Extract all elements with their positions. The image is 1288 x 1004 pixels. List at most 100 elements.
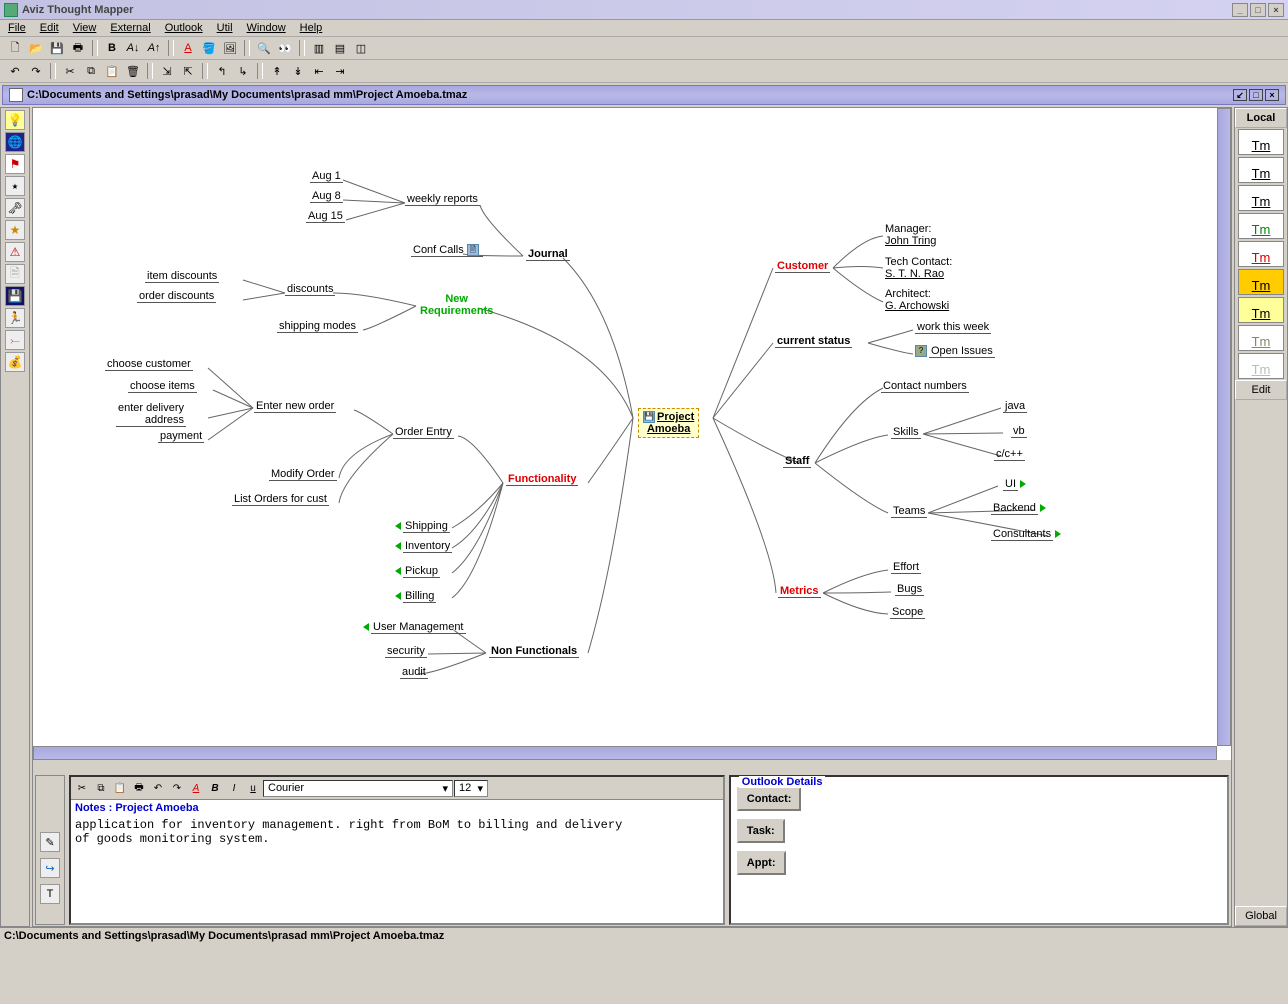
node-current-status[interactable]: current status bbox=[775, 335, 852, 348]
global-tab[interactable]: Global bbox=[1235, 906, 1287, 926]
redo-icon[interactable]: ↷ bbox=[168, 779, 186, 797]
node-new-requirements[interactable]: NewRequirements bbox=[418, 293, 495, 317]
node-open-issues[interactable]: Open Issues bbox=[929, 345, 995, 358]
expand-icon[interactable] bbox=[1055, 530, 1061, 538]
export-icon[interactable]: ↪ bbox=[40, 858, 60, 878]
print-icon[interactable]: 🖶 bbox=[130, 779, 148, 797]
node-choose-customer[interactable]: choose customer bbox=[105, 358, 193, 371]
cut-icon[interactable]: ✂ bbox=[61, 62, 79, 80]
style-swatch[interactable]: Tm bbox=[1238, 185, 1284, 211]
text-color-icon[interactable]: A bbox=[187, 779, 205, 797]
node-cc[interactable]: c/c++ bbox=[994, 448, 1025, 461]
disk-icon[interactable]: 💾 bbox=[5, 286, 25, 306]
menu-edit[interactable]: Edit bbox=[40, 22, 59, 34]
font-smaller-icon[interactable]: A↓ bbox=[124, 39, 142, 57]
warning-icon[interactable]: ⚠ bbox=[5, 242, 25, 262]
collapse-icon[interactable] bbox=[395, 592, 401, 600]
collapse-icon[interactable] bbox=[363, 623, 369, 631]
window-layout2-icon[interactable]: ▤ bbox=[331, 39, 349, 57]
node-teams[interactable]: Teams bbox=[891, 505, 927, 518]
menu-window[interactable]: Window bbox=[247, 22, 286, 34]
node-ui[interactable]: UI bbox=[1003, 478, 1018, 491]
style-swatch[interactable]: Tm bbox=[1238, 241, 1284, 267]
node-customer[interactable]: Customer bbox=[775, 260, 830, 273]
horizontal-scrollbar[interactable] bbox=[33, 746, 1217, 760]
node-tech-contact[interactable]: Tech Contact:S. T. N. Rao bbox=[883, 256, 954, 280]
expand-icon[interactable] bbox=[1040, 504, 1046, 512]
node-skills[interactable]: Skills bbox=[891, 426, 921, 439]
menu-file[interactable]: File bbox=[8, 22, 26, 34]
undo-icon[interactable]: ↶ bbox=[149, 779, 167, 797]
copy-icon[interactable]: ⧉ bbox=[92, 779, 110, 797]
menu-external[interactable]: External bbox=[110, 22, 150, 34]
font-select[interactable]: Courier▾ bbox=[263, 780, 453, 797]
mindmap-root-node[interactable]: 💾Project Amoeba bbox=[638, 408, 699, 438]
node-list-orders[interactable]: List Orders for cust bbox=[232, 493, 329, 506]
note-icon[interactable]: 🗎 bbox=[5, 264, 25, 284]
money-icon[interactable]: 💰 bbox=[5, 352, 25, 372]
flag-icon[interactable]: ⚑ bbox=[5, 154, 25, 174]
node-effort[interactable]: Effort bbox=[891, 561, 921, 574]
cut-icon[interactable]: ✂ bbox=[73, 779, 91, 797]
node-backend[interactable]: Backend bbox=[991, 502, 1038, 515]
node-audit[interactable]: audit bbox=[400, 666, 428, 679]
image-icon[interactable]: 🖼 bbox=[221, 39, 239, 57]
doc-min-icon[interactable]: ↙ bbox=[1233, 89, 1247, 101]
node-aug8[interactable]: Aug 8 bbox=[310, 190, 343, 203]
redo-icon[interactable]: ↷ bbox=[27, 62, 45, 80]
dropdown-icon[interactable]: ▾ bbox=[442, 782, 448, 795]
node-contact-numbers[interactable]: Contact numbers bbox=[881, 380, 969, 393]
doc-close-icon[interactable]: × bbox=[1265, 89, 1279, 101]
appt-button[interactable]: Appt: bbox=[737, 851, 786, 875]
style-swatch[interactable]: Tm bbox=[1238, 325, 1284, 351]
tree-collapse-icon[interactable]: ⇱ bbox=[179, 62, 197, 80]
node-shipping[interactable]: Shipping bbox=[403, 520, 450, 533]
move-down-icon[interactable]: ↡ bbox=[289, 62, 307, 80]
save-icon[interactable]: 💾 bbox=[48, 39, 66, 57]
paste-icon[interactable]: 📋 bbox=[111, 779, 129, 797]
menu-view[interactable]: View bbox=[73, 22, 97, 34]
globe-icon[interactable]: 🌐 bbox=[5, 132, 25, 152]
node-metrics[interactable]: Metrics bbox=[778, 585, 821, 598]
italic-icon[interactable]: I bbox=[225, 779, 243, 797]
node-item-discounts[interactable]: item discounts bbox=[145, 270, 219, 283]
branch-icon[interactable]: ⤚ bbox=[5, 330, 25, 350]
node-aug1[interactable]: Aug 1 bbox=[310, 170, 343, 183]
node-architect[interactable]: Architect:G. Archowski bbox=[883, 288, 951, 312]
node-enter-new-order[interactable]: Enter new order bbox=[254, 400, 336, 413]
outdent-icon[interactable]: ⇤ bbox=[310, 62, 328, 80]
style-swatch[interactable]: Tm bbox=[1238, 297, 1284, 323]
node-manager[interactable]: Manager:John Tring bbox=[883, 223, 938, 247]
node-aug15[interactable]: Aug 15 bbox=[306, 210, 345, 223]
mindmap-canvas[interactable]: 💾Project Amoeba Journal weekly reports A… bbox=[33, 108, 1231, 774]
text-icon[interactable]: T bbox=[40, 884, 60, 904]
node-non-functionals[interactable]: Non Functionals bbox=[489, 645, 579, 658]
menu-outlook[interactable]: Outlook bbox=[165, 22, 203, 34]
underline-icon[interactable]: u bbox=[244, 779, 262, 797]
style-swatch[interactable]: Tm bbox=[1238, 213, 1284, 239]
node-payment[interactable]: payment bbox=[158, 430, 204, 443]
restore-button[interactable]: □ bbox=[1250, 3, 1266, 17]
node-consultants[interactable]: Consultants bbox=[991, 528, 1053, 541]
binoculars-icon[interactable]: 👀 bbox=[276, 39, 294, 57]
node-scope[interactable]: Scope bbox=[890, 606, 925, 619]
node-user-management[interactable]: User Management bbox=[371, 621, 466, 634]
idea-icon[interactable]: 💡 bbox=[5, 110, 25, 130]
node-shipping-modes[interactable]: shipping modes bbox=[277, 320, 358, 333]
node-pickup[interactable]: Pickup bbox=[403, 565, 440, 578]
star-icon[interactable]: ★ bbox=[5, 220, 25, 240]
edit-tab[interactable]: Edit bbox=[1235, 380, 1287, 400]
node-order-discounts[interactable]: order discounts bbox=[137, 290, 216, 303]
bold-icon[interactable]: B bbox=[206, 779, 224, 797]
node-staff[interactable]: Staff bbox=[783, 455, 811, 468]
node-weekly-reports[interactable]: weekly reports bbox=[405, 193, 480, 206]
run-icon[interactable]: 🏃 bbox=[5, 308, 25, 328]
tree-expand-icon[interactable]: ⇲ bbox=[158, 62, 176, 80]
node-enter-address[interactable]: enter deliveryaddress bbox=[116, 402, 186, 427]
expand-icon[interactable] bbox=[1020, 480, 1026, 488]
collapse-icon[interactable] bbox=[395, 542, 401, 550]
node-java[interactable]: java bbox=[1003, 400, 1027, 413]
node-work-this-week[interactable]: work this week bbox=[915, 321, 991, 334]
node-billing[interactable]: Billing bbox=[403, 590, 436, 603]
undo-icon[interactable]: ↶ bbox=[6, 62, 24, 80]
